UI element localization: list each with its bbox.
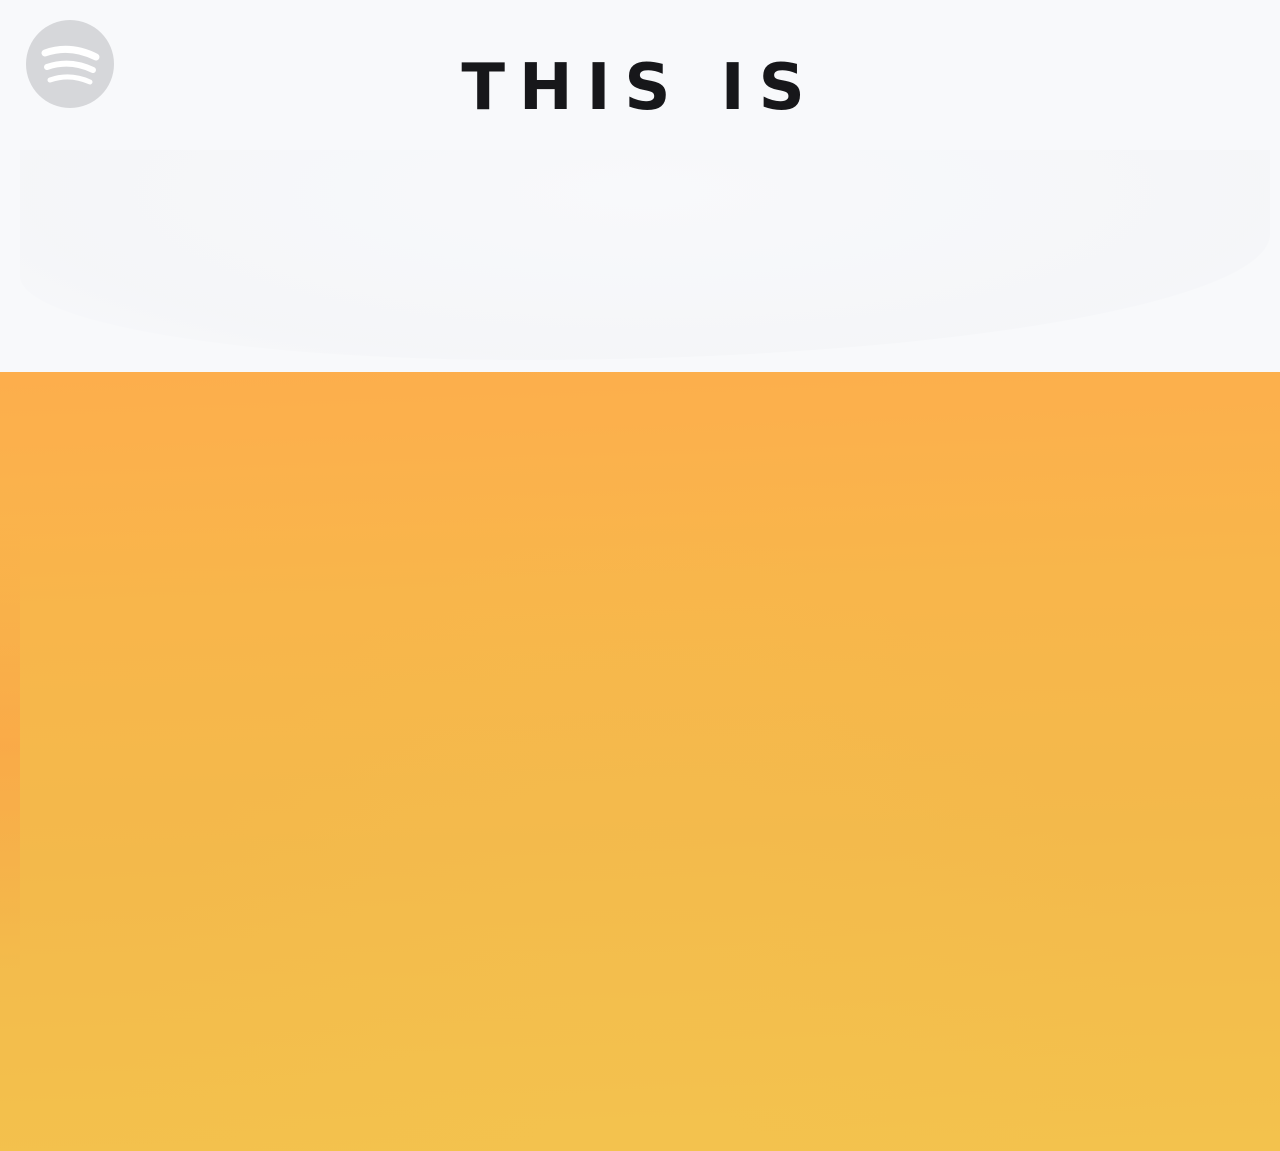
cover-top-panel: THIS IS xyxy=(0,0,1280,372)
gradient-overlay xyxy=(0,372,1280,1151)
artist-image-area xyxy=(0,372,1280,1151)
background-shading xyxy=(20,150,1270,360)
edge-glow xyxy=(0,522,20,972)
cover-title: THIS IS xyxy=(461,51,819,125)
playlist-cover: THIS IS xyxy=(0,0,1280,1151)
